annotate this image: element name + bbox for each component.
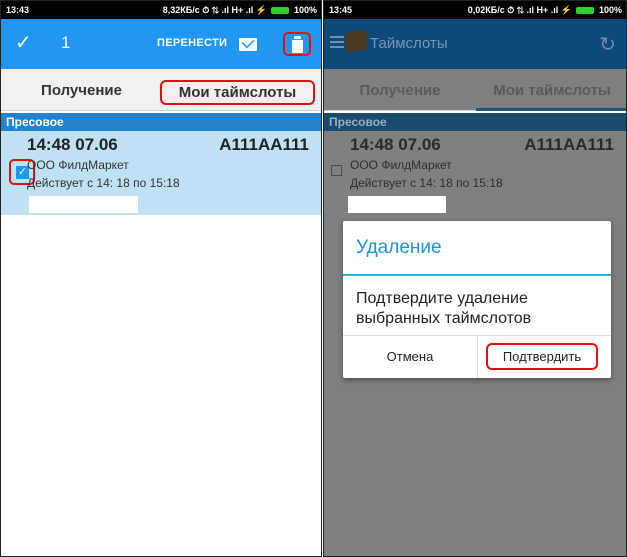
status-time: 13:43 — [6, 5, 30, 15]
refresh-icon[interactable]: ↻ — [599, 32, 616, 57]
trash-bin-shape — [292, 40, 303, 53]
status-info: 8,32КБ/с ⏱ ⇅ .ıl H+ .ıl ⚡ 100% — [163, 1, 317, 19]
tab-receive[interactable]: Получение — [324, 69, 476, 111]
timeslot-checkbox[interactable] — [331, 165, 342, 176]
dialog-message: Подтвердите удаление выбранных таймслото… — [356, 290, 532, 327]
tab-receive[interactable]: Получение — [1, 69, 162, 111]
vehicle-plate: А111АА111 — [219, 135, 309, 154]
action-toolbar: ✓ 1 ПЕРЕНЕСТИ — [1, 19, 321, 69]
battery-icon — [576, 7, 595, 15]
timeslot-card[interactable]: 14:48 07.06 А111АА111 ✓ ООО ФилдМаркет Д… — [1, 131, 321, 215]
timeslot-card[interactable]: 14:48 07.06 А111АА111 ООО ФилдМаркет Дей… — [324, 131, 626, 215]
blank-field — [29, 196, 138, 213]
left-screen: 13:43 8,32КБ/с ⏱ ⇅ .ıl H+ .ıl ⚡ 100% ✓ 1… — [0, 0, 322, 557]
validity-text: Действует с 14: 18 по 15:18 — [350, 176, 503, 190]
cancel-button[interactable]: Отмена — [343, 336, 477, 378]
tab-my-timeslots[interactable]: Мои таймслоты — [160, 80, 315, 105]
tab-my-timeslots[interactable]: Мои таймслоты — [476, 69, 626, 111]
truck-icon — [345, 29, 367, 53]
dialog-divider — [343, 274, 611, 276]
battery-level: 100% — [293, 5, 317, 15]
delete-button[interactable] — [283, 32, 311, 56]
status-bar: 13:45 0,02КБ/с ⏱ ⇅ .ıl H+ .ıl ⚡ 100% — [324, 1, 626, 19]
dialog-title: Удаление — [356, 237, 442, 258]
section-header: Пресовое — [324, 113, 626, 131]
status-time: 13:45 — [329, 5, 353, 15]
company-name: ООО ФилдМаркет — [350, 158, 452, 172]
move-button[interactable]: ПЕРЕНЕСТИ — [157, 37, 227, 49]
section-header: Пресовое — [1, 113, 321, 131]
validity-text: Действует с 14: 18 по 15:18 — [27, 176, 180, 190]
timeslot-time: 14:48 07.06 — [27, 135, 118, 154]
company-name: ООО ФилдМаркет — [27, 158, 129, 172]
menu-icon[interactable] — [330, 36, 344, 48]
vehicle-plate: А111АА111 — [524, 135, 614, 154]
blank-field — [348, 196, 446, 213]
app-title: Таймслоты — [370, 35, 448, 52]
tab-bar: Получение Мои таймслоты — [1, 69, 321, 111]
confirm-button[interactable]: Подтвердить — [486, 343, 598, 370]
tab-bar: Получение Мои таймслоты — [324, 69, 626, 111]
trash-icon — [294, 36, 301, 39]
mail-icon[interactable] — [239, 38, 257, 51]
right-screen: 13:45 0,02КБ/с ⏱ ⇅ .ıl H+ .ıl ⚡ 100% Тай… — [323, 0, 627, 557]
battery-level: 100% — [598, 5, 622, 15]
button-separator — [477, 336, 478, 378]
delete-dialog: Удаление Подтвердите удаление выбранных … — [343, 221, 611, 378]
app-toolbar: Таймслоты ↻ — [324, 19, 626, 69]
status-info: 0,02КБ/с ⏱ ⇅ .ıl H+ .ıl ⚡ 100% — [468, 1, 622, 19]
selected-count: 1 — [61, 33, 71, 52]
status-network: 8,32КБ/с ⏱ ⇅ .ıl H+ .ıl ⚡ — [162, 5, 267, 15]
status-network: 0,02КБ/с ⏱ ⇅ .ıl H+ .ıl ⚡ — [467, 5, 572, 15]
timeslot-time: 14:48 07.06 — [350, 135, 441, 154]
status-bar: 13:43 8,32КБ/с ⏱ ⇅ .ıl H+ .ıl ⚡ 100% — [1, 1, 321, 19]
done-check-icon[interactable]: ✓ — [15, 30, 32, 55]
battery-icon — [271, 7, 290, 15]
